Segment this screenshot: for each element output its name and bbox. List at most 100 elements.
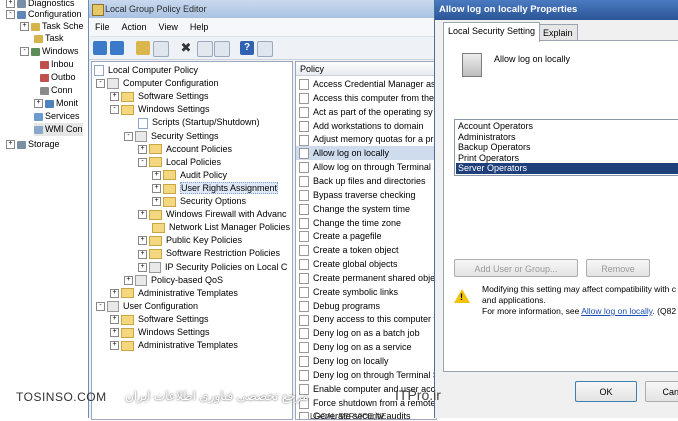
policy-list-item[interactable]: Bypass traverse checking bbox=[296, 188, 436, 202]
policy-list-item[interactable]: Deny log on as a batch job bbox=[296, 326, 436, 340]
expand-icon[interactable]: + bbox=[6, 140, 15, 150]
tree-node[interactable]: + Windows Settings bbox=[110, 326, 210, 339]
remove-button[interactable]: Remove bbox=[586, 259, 650, 277]
expand-icon[interactable]: + bbox=[138, 249, 147, 259]
mmc-tree-item[interactable]: Outbo bbox=[40, 71, 76, 84]
tree-node[interactable]: + Software Settings bbox=[110, 90, 209, 103]
tab-local-security-setting[interactable]: Local Security Setting bbox=[443, 22, 541, 42]
policy-list-item[interactable]: Back up files and directories bbox=[296, 174, 436, 188]
help-icon[interactable]: ? bbox=[240, 41, 254, 55]
filter-icon[interactable] bbox=[257, 41, 273, 57]
tree-node[interactable]: - Local Policies bbox=[138, 156, 221, 169]
member-item[interactable]: Backup Operators bbox=[456, 142, 678, 153]
menu-file[interactable]: File bbox=[89, 18, 116, 36]
export-list-icon[interactable] bbox=[214, 41, 230, 57]
mmc-tree-item[interactable]: Conn bbox=[40, 84, 73, 97]
tree-node[interactable]: - User Configuration bbox=[96, 300, 198, 313]
delete-icon[interactable]: ✖ bbox=[179, 41, 193, 55]
tree-node[interactable]: Network List Manager Policies bbox=[152, 221, 290, 234]
member-item[interactable]: Server Operators bbox=[456, 163, 678, 174]
tree-node[interactable]: Scripts (Startup/Shutdown) bbox=[138, 116, 260, 129]
policy-list-item[interactable]: Create permanent shared obje bbox=[296, 271, 436, 285]
policy-list-item[interactable]: Deny log on locally bbox=[296, 354, 436, 368]
expand-icon[interactable]: + bbox=[110, 328, 119, 338]
member-item[interactable]: Print Operators bbox=[456, 153, 678, 164]
policy-list-item[interactable]: Allow log on locally bbox=[296, 146, 436, 161]
tree-node[interactable]: + Account Policies bbox=[138, 143, 232, 156]
tree-node[interactable]: + Security Options bbox=[152, 195, 246, 208]
policy-list-item[interactable]: Deny log on as a service bbox=[296, 340, 436, 354]
member-item[interactable]: Account Operators bbox=[456, 121, 678, 132]
menu-action[interactable]: Action bbox=[116, 18, 153, 36]
policy-list-item[interactable]: Add workstations to domain bbox=[296, 119, 436, 133]
menu-help[interactable]: Help bbox=[184, 18, 215, 36]
policy-list-item[interactable]: Adjust memory quotas for a pr bbox=[296, 132, 436, 146]
tree-node[interactable]: + Policy-based QoS bbox=[124, 274, 223, 287]
mmc-tree-item[interactable]: Task bbox=[34, 32, 64, 45]
mmc-tree-item[interactable]: - Windows bbox=[20, 45, 79, 58]
expand-icon[interactable]: + bbox=[124, 275, 133, 285]
policy-list-item[interactable]: Create symbolic links bbox=[296, 285, 436, 299]
mmc-tree-item[interactable]: + Monit bbox=[34, 97, 78, 110]
tab-explain[interactable]: Explain bbox=[538, 24, 578, 41]
policy-list-item[interactable]: Act as part of the operating sy bbox=[296, 105, 436, 119]
expand-icon[interactable]: + bbox=[138, 262, 147, 272]
expand-icon[interactable]: + bbox=[138, 210, 147, 220]
policy-list-item[interactable]: Deny access to this computer f bbox=[296, 312, 436, 326]
policy-list-item[interactable]: Create global objects bbox=[296, 257, 436, 271]
tree-node[interactable]: + Administrative Templates bbox=[110, 287, 238, 300]
member-item[interactable]: Administrators bbox=[456, 132, 678, 143]
allow-log-on-locally-link[interactable]: Allow log on locally bbox=[581, 306, 652, 316]
policy-list-item[interactable]: Change the system time bbox=[296, 202, 436, 216]
tree-node[interactable]: + Software Restriction Policies bbox=[138, 247, 280, 260]
collapse-icon[interactable]: - bbox=[124, 131, 133, 141]
expand-icon[interactable]: + bbox=[152, 197, 161, 207]
mmc-tree-item[interactable]: WMI Con bbox=[34, 123, 83, 136]
expand-icon[interactable]: + bbox=[110, 341, 119, 351]
collapse-icon[interactable]: - bbox=[96, 79, 105, 89]
mmc-tree-item[interactable]: + Storage bbox=[6, 138, 60, 151]
collapse-icon[interactable]: - bbox=[6, 10, 15, 20]
policy-list-item[interactable]: Debug programs bbox=[296, 299, 436, 313]
policy-list-pane[interactable]: Policy Access Credential Manager as Acces… bbox=[295, 61, 437, 420]
collapse-icon[interactable]: - bbox=[138, 157, 147, 167]
tree-node[interactable]: - Computer Configuration bbox=[96, 77, 219, 90]
expand-icon[interactable]: + bbox=[138, 144, 147, 154]
tree-node[interactable]: + Administrative Templates bbox=[110, 339, 238, 352]
tree-node[interactable]: + Software Settings bbox=[110, 313, 209, 326]
expand-icon[interactable]: + bbox=[110, 288, 119, 298]
tree-node[interactable]: + User Rights Assignment bbox=[152, 181, 279, 195]
policy-list-item[interactable]: Access this computer from the bbox=[296, 91, 436, 105]
tree-node[interactable]: + Audit Policy bbox=[152, 169, 227, 182]
tree-node[interactable]: + Public Key Policies bbox=[138, 234, 242, 247]
properties-icon[interactable] bbox=[197, 41, 213, 57]
policy-list-item[interactable]: Allow log on through Terminal S bbox=[296, 160, 436, 174]
tree-node[interactable]: - Windows Settings bbox=[110, 103, 210, 116]
tree-node[interactable]: Local Computer Policy bbox=[94, 64, 198, 77]
tree-node[interactable]: - Security Settings bbox=[124, 130, 219, 143]
expand-icon[interactable]: + bbox=[34, 99, 43, 109]
policy-list-item[interactable]: Change the time zone bbox=[296, 216, 436, 230]
policy-list-item[interactable]: Create a pagefile bbox=[296, 229, 436, 243]
collapse-icon[interactable]: - bbox=[20, 47, 29, 57]
cancel-button[interactable]: Canc bbox=[645, 381, 678, 402]
up-folder-icon[interactable] bbox=[136, 41, 150, 55]
collapse-icon[interactable]: - bbox=[110, 105, 119, 115]
expand-icon[interactable]: + bbox=[152, 170, 161, 180]
collapse-icon[interactable]: - bbox=[96, 301, 105, 311]
ok-button[interactable]: OK bbox=[575, 381, 637, 402]
expand-icon[interactable]: + bbox=[152, 184, 161, 194]
expand-icon[interactable]: + bbox=[110, 92, 119, 102]
mmc-tree-item[interactable]: Services bbox=[34, 110, 80, 123]
tree-node[interactable]: + IP Security Policies on Local C bbox=[138, 261, 287, 274]
mmc-tree-item[interactable]: Inbou bbox=[40, 58, 74, 71]
show-hide-tree-icon[interactable] bbox=[153, 41, 169, 57]
policy-tree-pane[interactable]: Local Computer Policy - Computer Configura… bbox=[91, 61, 293, 420]
tree-node[interactable]: + Windows Firewall with Advanc bbox=[138, 208, 287, 221]
policy-list-item[interactable]: Access Credential Manager as bbox=[296, 77, 436, 91]
expand-icon[interactable]: + bbox=[20, 22, 29, 32]
members-listbox[interactable]: Account Operators Administrators Backup Op… bbox=[454, 119, 678, 176]
expand-icon[interactable]: + bbox=[138, 236, 147, 246]
add-user-or-group-button[interactable]: Add User or Group... bbox=[454, 259, 578, 277]
expand-icon[interactable]: + bbox=[110, 315, 119, 325]
